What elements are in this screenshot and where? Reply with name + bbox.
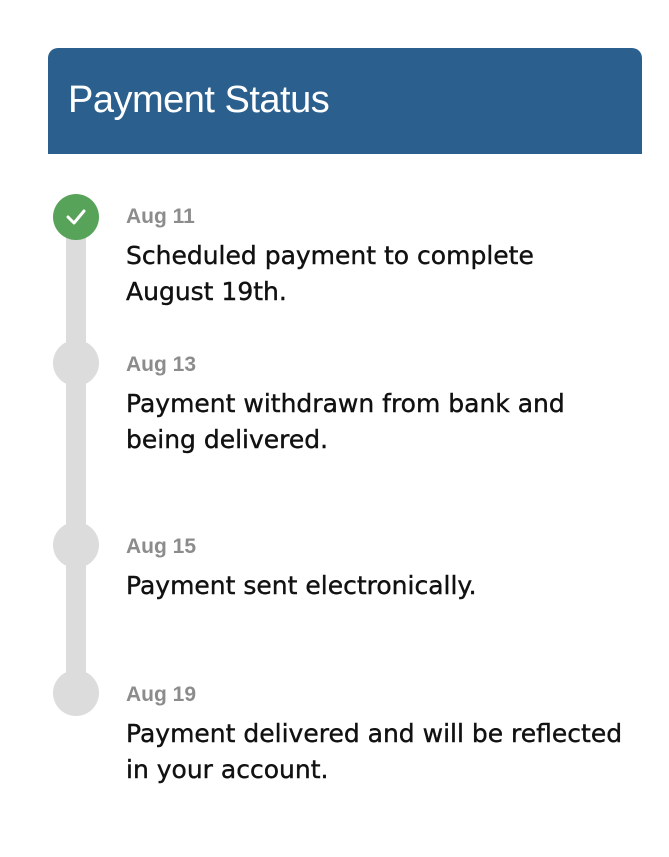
payment-status-header: Payment Status <box>48 48 642 154</box>
status-dot-pending <box>53 340 99 386</box>
timeline-track <box>66 220 86 694</box>
step-date: Aug 13 <box>126 353 197 376</box>
step-description: Payment sent electronically. <box>126 571 477 600</box>
timeline-step: Aug 13 Payment withdrawn from bank and b… <box>126 352 626 458</box>
timeline-step: Aug 11 Scheduled payment to complete Aug… <box>126 204 626 310</box>
step-description: Payment withdrawn from bank and being de… <box>126 389 565 454</box>
timeline-step: Aug 19 Payment delivered and will be ref… <box>126 682 626 788</box>
page-title: Payment Status <box>68 79 330 121</box>
status-dot-pending <box>53 670 99 716</box>
step-date: Aug 11 <box>126 205 195 228</box>
checkmark-icon <box>66 209 86 225</box>
step-description: Payment delivered and will be reflected … <box>126 719 623 784</box>
status-dot-complete <box>53 194 99 240</box>
step-date: Aug 19 <box>126 683 197 706</box>
timeline-step: Aug 15 Payment sent electronically. <box>126 534 626 604</box>
status-dot-pending <box>53 522 99 568</box>
step-date: Aug 15 <box>126 535 197 558</box>
step-description: Scheduled payment to complete August 19t… <box>126 241 534 306</box>
